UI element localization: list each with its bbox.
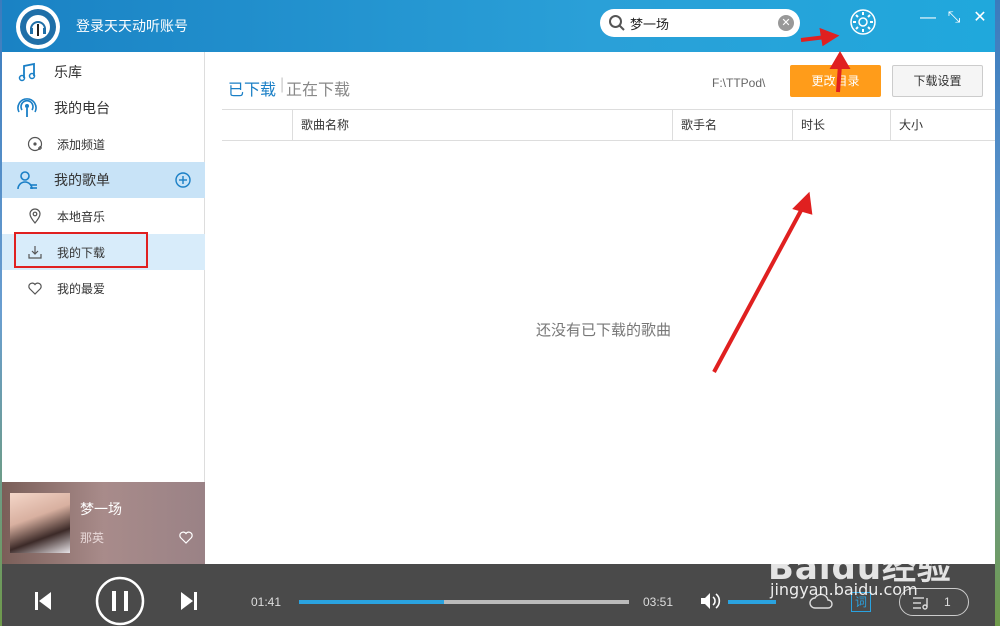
column-header-blank	[222, 110, 292, 140]
login-link[interactable]: 登录天天动听账号	[76, 16, 188, 36]
annotation-highlight-box	[14, 232, 148, 268]
total-time: 03:51	[643, 595, 674, 609]
add-playlist-icon[interactable]	[175, 172, 191, 188]
sidebar: 乐库 我的电台 添加频道 我的歌单 本地音乐 我的下载 我的最爱 梦一场 那英	[2, 52, 205, 564]
previous-track-icon[interactable]	[34, 591, 52, 611]
sidebar-item-playlists[interactable]: 我的歌单	[2, 162, 205, 198]
now-playing-title: 梦一场	[80, 501, 122, 517]
volume-icon[interactable]	[700, 592, 722, 610]
sidebar-item-label: 我的歌单	[54, 172, 110, 188]
close-button[interactable]: ✕	[970, 8, 990, 28]
add-channel-icon	[27, 136, 43, 152]
sidebar-item-add-channel[interactable]: 添加频道	[2, 126, 205, 162]
progress-bar[interactable]	[299, 600, 629, 604]
search-input[interactable]	[630, 15, 770, 31]
radio-antenna-icon	[17, 98, 37, 117]
gear-icon[interactable]	[848, 7, 878, 37]
sidebar-item-favorites[interactable]: 我的最爱	[2, 270, 205, 306]
download-settings-button[interactable]: 下载设置	[892, 65, 983, 97]
app-logo[interactable]	[16, 5, 60, 49]
column-header-size[interactable]: 大小	[890, 110, 995, 140]
sidebar-item-label: 乐库	[54, 64, 82, 80]
tab-separator: |	[280, 76, 285, 93]
tab-downloading[interactable]: 正在下载	[286, 76, 350, 100]
minimize-button[interactable]: —	[918, 8, 938, 28]
column-header-duration[interactable]: 时长	[792, 110, 890, 140]
music-note-icon	[18, 62, 36, 82]
progress-bar-fill	[299, 600, 445, 604]
current-time: 01:41	[251, 595, 282, 609]
empty-state-message: 还没有已下载的歌曲	[536, 322, 672, 339]
main-panel: 已下载 | 正在下载 F:\TTPod\ 更改目录 下载设置 歌曲名称 歌手名 …	[206, 52, 995, 564]
now-playing-artist: 那英	[80, 531, 105, 545]
watermark-url: jingyan.baidu.com	[770, 580, 918, 599]
album-cover	[10, 493, 70, 553]
table-header: 歌曲名称 歌手名 时长 大小	[222, 109, 995, 141]
pause-button-icon[interactable]	[95, 576, 145, 626]
location-pin-icon	[29, 208, 41, 224]
favorite-heart-icon[interactable]	[178, 529, 194, 545]
sidebar-item-label: 添加频道	[57, 137, 106, 152]
sidebar-item-radio[interactable]: 我的电台	[2, 90, 205, 126]
sidebar-item-label: 我的电台	[54, 100, 110, 116]
search-box[interactable]: ✕	[600, 9, 800, 37]
download-path: F:\TTPod\	[712, 76, 766, 90]
sidebar-item-library[interactable]: 乐库	[2, 54, 205, 90]
column-header-artist[interactable]: 歌手名	[672, 110, 792, 140]
change-directory-button[interactable]: 更改目录	[790, 65, 881, 97]
search-icon	[609, 15, 625, 31]
heart-icon	[28, 282, 42, 295]
tab-downloaded[interactable]: 已下载	[228, 76, 276, 100]
now-playing-card[interactable]: 梦一场 那英	[2, 482, 205, 564]
user-playlist-icon	[17, 171, 37, 190]
column-header-song[interactable]: 歌曲名称	[292, 110, 672, 140]
clear-search-icon[interactable]: ✕	[778, 15, 794, 31]
sidebar-item-local-music[interactable]: 本地音乐	[2, 198, 205, 234]
restore-button[interactable]: ⤡	[944, 8, 964, 28]
sidebar-item-label: 本地音乐	[57, 209, 106, 224]
headphone-logo-icon	[26, 15, 50, 39]
title-bar: 登录天天动听账号 ✕ — ⤡ ✕	[2, 0, 995, 52]
sidebar-item-label: 我的最爱	[57, 281, 106, 296]
next-track-icon[interactable]	[180, 591, 198, 611]
